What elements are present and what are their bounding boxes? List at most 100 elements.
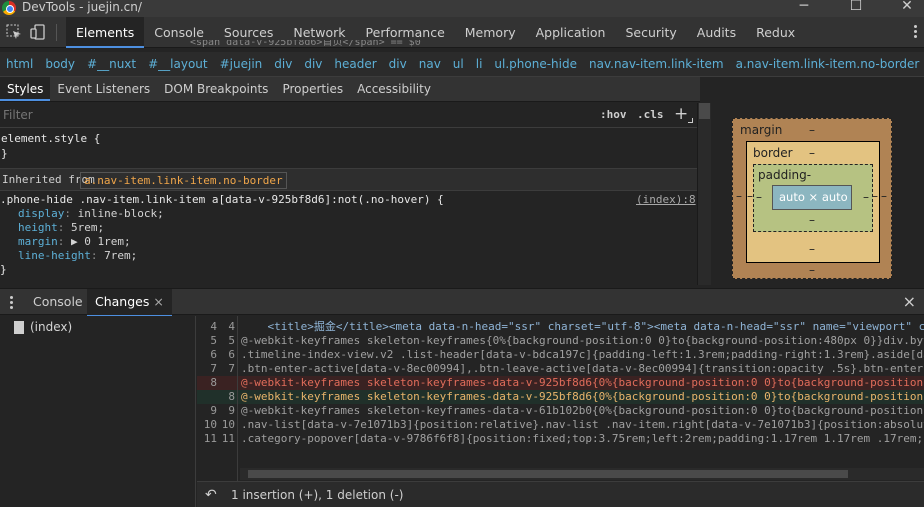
styles-filter-input[interactable]: [3, 108, 303, 122]
scrollbar-thumb[interactable]: [248, 470, 848, 478]
breadcrumb-item[interactable]: nav.nav-item.link-item: [583, 57, 730, 71]
file-name: (index): [30, 320, 73, 334]
drawer-toolbar: Console Changes × ×: [0, 288, 924, 317]
box-model-margin[interactable]: margin – – – – border – – – – padding- –…: [732, 118, 892, 279]
element-style-close: }: [1, 147, 8, 160]
box-model-border[interactable]: border – – – – padding- – – – auto × aut…: [746, 141, 880, 263]
diff-horizontal-scrollbar[interactable]: [240, 468, 924, 480]
declaration-property[interactable]: line-height: [18, 249, 91, 262]
tab-properties[interactable]: Properties: [275, 77, 350, 101]
padding-right-value[interactable]: –: [863, 190, 869, 204]
rule-source-link[interactable]: (index):8: [636, 193, 696, 206]
tab-security[interactable]: Security: [615, 17, 686, 48]
diff-row: 8 @-webkit-keyframes skeleton-keyframes-d…: [197, 390, 924, 404]
margin-left-value[interactable]: –: [736, 189, 742, 203]
declaration-row[interactable]: margin: ▶ 0 1rem;: [0, 235, 697, 249]
scrollbar-thumb[interactable]: [699, 103, 710, 119]
breadcrumb-item[interactable]: div: [268, 57, 298, 71]
tab-elements[interactable]: Elements: [66, 17, 145, 48]
content-size[interactable]: auto × auto: [779, 190, 848, 204]
tab-dom-breakpoints[interactable]: DOM Breakpoints: [157, 77, 275, 101]
breadcrumb-item[interactable]: ul: [447, 57, 470, 71]
panel-tabs: Elements Console Sources Network Perform…: [66, 17, 805, 48]
styles-scrollbar[interactable]: [697, 103, 711, 285]
declaration-colon: :: [57, 235, 71, 248]
new-line-number: 11: [221, 432, 235, 445]
declaration-value[interactable]: 7rem;: [104, 249, 137, 262]
declaration-property[interactable]: height: [18, 221, 58, 234]
declaration-value[interactable]: 5rem;: [71, 221, 104, 234]
border-top-value[interactable]: –: [809, 146, 815, 160]
declaration-colon: :: [64, 207, 78, 220]
breadcrumb-item[interactable]: body: [39, 57, 81, 71]
margin-bottom-value[interactable]: –: [809, 263, 815, 277]
drawer-tab-changes[interactable]: Changes ×: [87, 289, 172, 317]
declaration-value[interactable]: ▶ 0 1rem;: [71, 235, 131, 248]
tab-event-listeners[interactable]: Event Listeners: [50, 77, 157, 101]
hover-state-toggle[interactable]: :hov: [600, 108, 627, 121]
padding-bottom-value[interactable]: –: [809, 213, 815, 227]
inherited-selector-link[interactable]: a.nav-item.link-item.no-border: [80, 172, 287, 189]
tab-redux[interactable]: Redux: [746, 17, 805, 48]
element-style-selector[interactable]: element.style {: [1, 132, 100, 146]
class-toggle[interactable]: .cls: [637, 108, 664, 121]
rule-selector[interactable]: .phone-hide .nav-item.link-item a[data-v…: [0, 193, 697, 207]
new-style-rule-icon[interactable]: +: [674, 104, 688, 124]
maximize-icon[interactable]: ☐: [846, 0, 866, 14]
breadcrumb-item[interactable]: div: [298, 57, 328, 71]
tab-audits[interactable]: Audits: [687, 17, 746, 48]
old-line-number: 11: [203, 432, 217, 445]
toolbar-divider: [56, 24, 57, 41]
list-item[interactable]: (index): [14, 320, 72, 334]
device-toolbar-icon[interactable]: [30, 24, 46, 40]
close-tab-icon[interactable]: ×: [153, 294, 163, 309]
margin-right-value[interactable]: –: [881, 189, 887, 203]
breadcrumb-item[interactable]: ul.phone-hide: [488, 57, 583, 71]
breadcrumb-item[interactable]: #juejin: [214, 57, 269, 71]
breadcrumb-item[interactable]: html: [0, 57, 39, 71]
sidebar-tabs: Styles Event Listeners DOM Breakpoints P…: [0, 77, 700, 102]
tab-memory[interactable]: Memory: [455, 17, 526, 48]
minimize-icon[interactable]: ─: [794, 0, 814, 14]
changed-files-list: (index): [0, 316, 196, 507]
close-drawer-icon[interactable]: ×: [903, 292, 916, 311]
breadcrumb-item[interactable]: div: [383, 57, 413, 71]
drawer-tab-console[interactable]: Console: [33, 289, 83, 315]
declaration-row[interactable]: display: inline-block;: [0, 207, 697, 221]
diff-row: 7 7 .btn-enter-active[data-v-8ec00994],.bt…: [197, 362, 924, 376]
diff-code-line: @-webkit-keyframes skeleton-keyframes{0%…: [241, 334, 924, 347]
declaration-row[interactable]: height: 5rem;: [0, 221, 697, 235]
diff-code-line: .btn-enter-active[data-v-8ec00994],.btn-…: [241, 362, 924, 375]
declaration-property[interactable]: margin: [18, 235, 58, 248]
breadcrumb-item[interactable]: #__layout: [142, 57, 214, 71]
border-bottom-value[interactable]: –: [809, 242, 815, 256]
declaration-property[interactable]: display: [18, 207, 64, 220]
declaration-row[interactable]: line-height: 7rem;: [0, 249, 697, 263]
breadcrumb-item[interactable]: header: [328, 57, 382, 71]
box-model-padding[interactable]: padding- – – – auto × auto: [753, 164, 873, 232]
inspect-element-icon[interactable]: [6, 24, 22, 40]
tab-application[interactable]: Application: [526, 17, 616, 48]
breadcrumb-item[interactable]: #__nuxt: [81, 57, 142, 71]
new-line-number: 8: [228, 390, 235, 403]
padding-label: padding-: [758, 168, 812, 182]
diff-code-line: .timeline-index-view.v2 .list-header[dat…: [241, 348, 924, 361]
breadcrumb-item[interactable]: a.nav-item.link-item.no-border: [730, 57, 924, 71]
diff-row: 5 5 @-webkit-keyframes skeleton-keyframes{…: [197, 334, 924, 348]
breadcrumb-item[interactable]: nav: [413, 57, 447, 71]
revert-changes-icon[interactable]: ↶: [205, 487, 217, 503]
tab-styles[interactable]: Styles: [0, 77, 51, 101]
box-model-content[interactable]: auto × auto: [772, 185, 852, 210]
breadcrumb-item[interactable]: li: [470, 57, 489, 71]
margin-top-value[interactable]: –: [809, 123, 815, 137]
diff-code-line: @-webkit-keyframes skeleton-keyframes-da…: [241, 390, 924, 403]
devtools-toolbar: Elements Console Sources Network Perform…: [0, 17, 924, 48]
padding-left-value[interactable]: –: [756, 190, 762, 204]
drawer-menu-icon[interactable]: [10, 296, 13, 311]
tab-accessibility[interactable]: Accessibility: [350, 77, 438, 101]
close-icon[interactable]: ✕: [897, 0, 917, 14]
declaration-value[interactable]: inline-block;: [78, 207, 164, 220]
more-options-icon[interactable]: [912, 23, 918, 41]
old-line-number: 5: [210, 334, 217, 347]
diff-row: 10 10 .nav-list[data-v-7e1071b3]{position:…: [197, 418, 924, 432]
